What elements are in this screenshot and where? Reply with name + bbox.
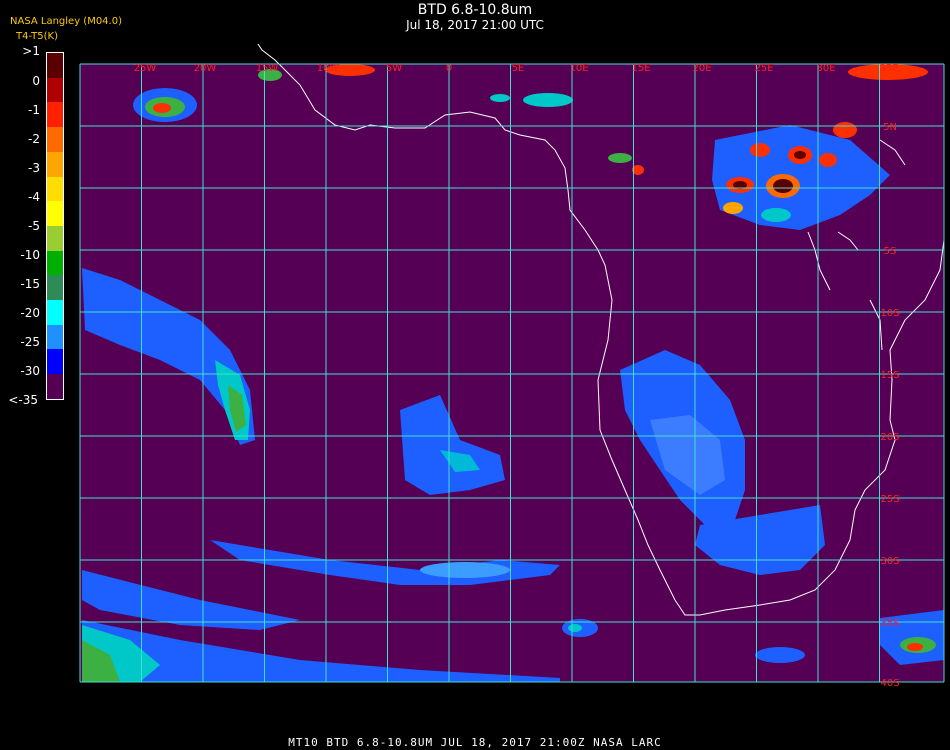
- color-scale-label: -30: [20, 364, 40, 378]
- color-scale-swatch: [47, 102, 63, 128]
- color-scale-label: -2: [28, 132, 40, 146]
- color-scale-swatch: [47, 324, 63, 350]
- longitude-label: 25E: [754, 63, 773, 74]
- color-scale-label: -3: [28, 161, 40, 175]
- longitude-label: 25W: [134, 63, 157, 74]
- latitude-label: 30S: [880, 556, 899, 567]
- color-scale-swatch: [47, 151, 63, 177]
- longitude-label: 10W: [317, 63, 340, 74]
- color-scale-label: -1: [28, 103, 40, 117]
- longitude-label: 20W: [194, 63, 217, 74]
- latitude-label: 40S: [880, 678, 899, 689]
- latitude-label: 10S: [880, 308, 899, 319]
- color-scale-swatch: [47, 225, 63, 251]
- longitude-label: 15E: [631, 63, 650, 74]
- color-scale-label: <-35: [8, 393, 38, 407]
- latitude-label: 20S: [880, 432, 899, 443]
- image-title: BTD 6.8-10.8um: [417, 2, 533, 18]
- color-scale-label: >1: [22, 44, 40, 58]
- color-scale-swatch: [47, 53, 63, 78]
- color-scale-label: 0: [32, 74, 40, 88]
- color-scale-swatch: [47, 176, 63, 202]
- latitude-label: 35S: [880, 618, 899, 629]
- color-scale-label: -15: [20, 277, 40, 291]
- color-scale-swatch: [47, 201, 63, 226]
- longitude-label: 5W: [386, 63, 402, 74]
- longitude-label: 35E: [879, 63, 898, 74]
- longitude-label: 30E: [816, 63, 835, 74]
- color-scale-label: -25: [20, 335, 40, 349]
- color-scale-swatch: [47, 275, 63, 301]
- color-scale-swatch: [47, 300, 63, 325]
- color-scale-label: -4: [28, 190, 40, 204]
- longitude-label: 20E: [692, 63, 711, 74]
- color-scale-swatch: [47, 250, 63, 276]
- units-label: T4-T5(K): [16, 31, 58, 42]
- latitude-label: 5S: [884, 246, 897, 257]
- longitude-label: 0: [446, 63, 452, 74]
- latitude-label: 25S: [880, 494, 899, 505]
- image-timestamp: Jul 18, 2017 21:00 UTC: [406, 18, 544, 32]
- latitude-label: 15S: [880, 370, 899, 381]
- longitude-label: 10E: [569, 63, 588, 74]
- color-scale-label: -20: [20, 306, 40, 320]
- color-scale-label: -5: [28, 219, 40, 233]
- credit-label: NASA Langley (M04.0): [10, 16, 122, 27]
- color-scale-bar: [46, 52, 64, 400]
- longitude-label: 15W: [256, 63, 279, 74]
- color-scale-swatch: [47, 374, 63, 399]
- color-scale-swatch: [47, 349, 63, 375]
- latitude-label: 5N: [883, 122, 897, 133]
- satellite-map: 25W 20W 15W 10W 5W 0 5E 10E 15E 20E 25E 30E 35E 5N 5S…: [79, 43, 945, 689]
- longitude-label: 5E: [512, 63, 525, 74]
- color-scale-swatch: [47, 127, 63, 152]
- footer-caption: MT10 BTD 6.8-10.8UM JUL 18, 2017 21:00Z …: [288, 736, 662, 749]
- color-scale-swatch: [47, 77, 63, 103]
- color-scale-label: -10: [20, 248, 40, 262]
